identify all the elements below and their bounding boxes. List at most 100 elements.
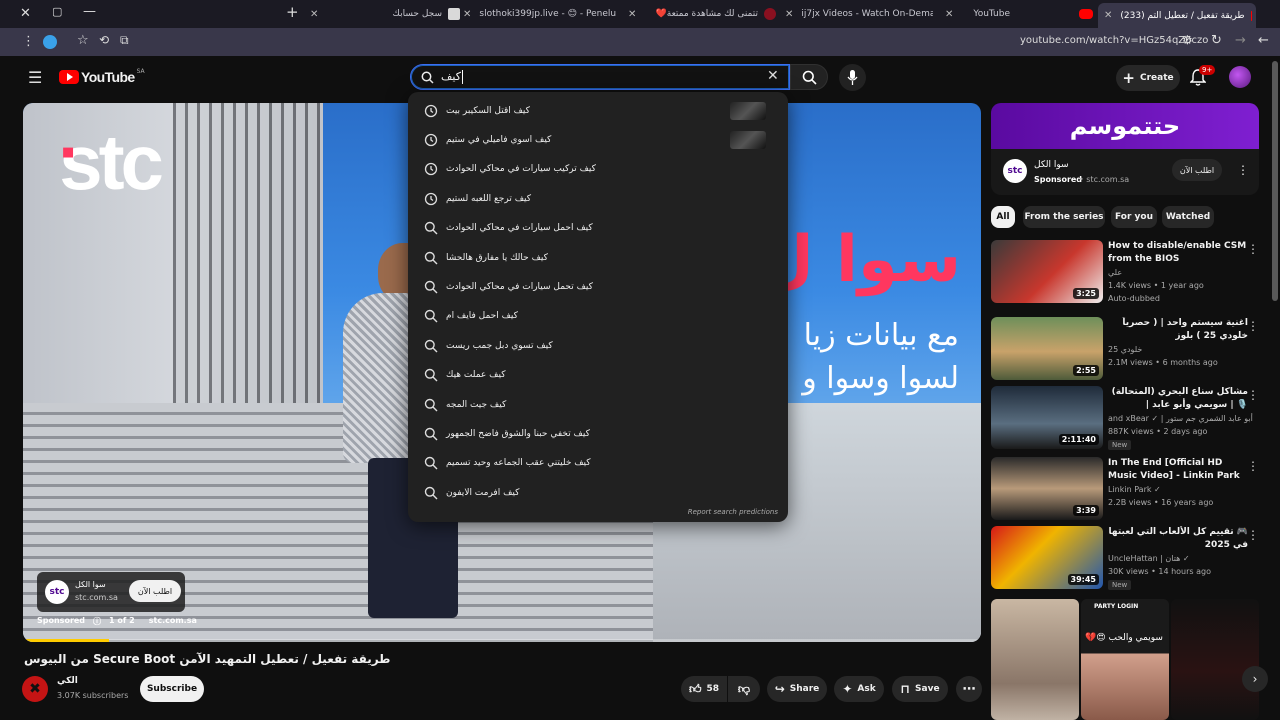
search-suggestion[interactable]: كيف افرمت الايفون <box>408 478 788 507</box>
sidebar-ad[interactable]: حتتموسم stc سوا الكل Sponsored • stc.com… <box>991 103 1259 195</box>
search-box[interactable]: كيف ✕ <box>410 64 790 90</box>
youtube-logo[interactable]: YouTube SA <box>59 68 145 85</box>
menu-dots-icon[interactable]: ⋮ <box>22 34 35 49</box>
video-thumbnail[interactable]: 39:45 <box>991 526 1103 589</box>
recommended-channel[interactable]: and xBear ✓ | أبو عابد الشمري جم ستور <box>1108 414 1253 423</box>
channel-name[interactable]: الكي <box>57 676 78 686</box>
kebab-menu-icon[interactable]: ⋮ <box>1247 528 1259 542</box>
subscribe-button[interactable]: Subscribe <box>140 676 204 702</box>
browser-tab[interactable]: ✕ سجل حسابك <box>310 4 460 24</box>
window-close-icon[interactable]: ✕ <box>20 6 31 21</box>
video-thumbnail[interactable]: 3:39 <box>991 457 1103 520</box>
search-input[interactable]: كيف <box>441 70 461 83</box>
translate-icon[interactable]: ⟲ <box>99 33 109 47</box>
window-minimize-icon[interactable]: — <box>83 4 96 19</box>
short-thumbnail[interactable] <box>1171 599 1259 720</box>
recommended-title[interactable]: مشاكل سناع البحري (المتحالة) 🎙️ | سويمي … <box>1108 386 1248 412</box>
notifications-button[interactable]: 9+ <box>1190 65 1216 89</box>
search-suggestion[interactable]: كيف اسوي فاميلي في ستيم <box>408 125 788 154</box>
browser-tab-active[interactable]: ✕ (233) طريقة تفعيل / تعطيل التم <box>1098 3 1256 28</box>
short-thumbnail[interactable]: PARTY LOGIN سويمي والحب 😍💔 <box>1081 599 1169 720</box>
voice-search-button[interactable] <box>839 64 866 91</box>
kebab-menu-icon[interactable]: ⋮ <box>1247 319 1259 333</box>
new-tab-button[interactable]: + <box>286 3 299 21</box>
search-suggestion[interactable]: كيف تحمل سيارات في محاكي الحوادث <box>408 272 788 301</box>
search-suggestion[interactable]: كيف اقتل السكيبر بيت <box>408 96 788 125</box>
short-thumbnail[interactable] <box>991 599 1079 720</box>
ad-cta-button[interactable]: اطلب الآن <box>129 580 181 602</box>
recommended-video[interactable]: 3:39 In The End [Official HD Music Video]… <box>991 457 1261 525</box>
video-thumbnail[interactable]: 2:11:40 <box>991 386 1103 449</box>
sidebar-ad-cta-button[interactable]: اطلب الآن <box>1172 159 1222 181</box>
recommended-channel[interactable]: خلودي 25 <box>1108 345 1142 354</box>
search-button[interactable] <box>790 64 828 90</box>
save-button[interactable]: ⊓ Save <box>892 676 948 702</box>
forward-arrow-icon[interactable]: → <box>1235 33 1246 48</box>
hamburger-menu-icon[interactable]: ☰ <box>28 68 42 87</box>
url-text[interactable]: youtube.com/watch?v=HGz54qZ6czo <box>1020 35 1208 46</box>
ad-progress-track[interactable] <box>23 639 981 642</box>
search-suggestion[interactable]: كيف احمل سيارات في محاكي الحوادث <box>408 214 788 243</box>
dislike-button[interactable]: 👎︎ <box>728 676 760 702</box>
reload-icon[interactable]: ↻ <box>1211 33 1222 48</box>
browser-tab[interactable]: ✕ slothoki399jp.live - 😊 - Penelu <box>463 4 618 24</box>
ad-card[interactable]: stc سوا الكل stc.com.sa اطلب الآن <box>37 572 185 612</box>
ask-button[interactable]: ✦ Ask <box>834 676 884 702</box>
search-suggestion[interactable]: كيف خليتني عقب الجماعه وحيد تسميم <box>408 449 788 478</box>
kebab-menu-icon[interactable]: ⋮ <box>1247 459 1259 473</box>
tab-close-icon[interactable]: ✕ <box>628 9 636 20</box>
recommended-video[interactable]: 2:55 اغنية سيستم واحد | ( حصرياً خلودي 25… <box>991 317 1261 385</box>
more-actions-button[interactable]: ⋯ <box>956 676 982 702</box>
window-maximize-icon[interactable]: ▢ <box>52 5 62 18</box>
kebab-menu-icon[interactable]: ⋮ <box>1247 388 1259 402</box>
recommended-title[interactable]: In The End [Official HD Music Video] - L… <box>1108 457 1248 483</box>
chip-from-the-series[interactable]: From the series <box>1023 206 1105 228</box>
chip-all[interactable]: All <box>991 206 1015 228</box>
share-button[interactable]: ↪ Share <box>767 676 827 702</box>
search-suggestion[interactable]: كيف تسوي دبل جمب ريست <box>408 331 788 360</box>
browser-tab[interactable]: ✕ ij7jx Videos - Watch On-Deman <box>785 4 933 24</box>
like-button[interactable]: 👍︎ 58 <box>681 676 727 702</box>
back-arrow-icon[interactable]: ← <box>1258 33 1269 48</box>
screenshot-icon[interactable]: ⧉ <box>120 33 129 48</box>
info-icon[interactable]: ⓘ <box>93 616 101 627</box>
chip-watched[interactable]: Watched <box>1162 206 1214 228</box>
search-suggestion[interactable]: كيف عملت هيك <box>408 361 788 390</box>
tab-close-icon[interactable]: ✕ <box>310 9 318 20</box>
chip-for-you[interactable]: For you <box>1111 206 1157 228</box>
tab-close-icon[interactable]: ✕ <box>945 9 953 20</box>
site-settings-icon[interactable]: ⚙ <box>1182 33 1193 47</box>
search-suggestion[interactable]: كيف ترجع اللعبه لستيم <box>408 184 788 213</box>
ad-domain-link[interactable]: stc.com.sa <box>149 616 197 627</box>
clear-search-icon[interactable]: ✕ <box>767 68 779 84</box>
recommended-title[interactable]: اغنية سيستم واحد | ( حصرياً خلودي 25 ) ب… <box>1108 317 1248 343</box>
chevron-right-icon[interactable]: › <box>1242 666 1268 692</box>
extension-icon[interactable] <box>43 35 57 49</box>
search-suggestion[interactable]: كيف جيت المجه <box>408 390 788 419</box>
kebab-menu-icon[interactable]: ⋮ <box>1247 242 1259 256</box>
search-suggestion[interactable]: كيف احمل فايف ام <box>408 302 788 331</box>
search-suggestion[interactable]: كيف تركيب سيارات في محاكي الحوادث <box>408 155 788 184</box>
scrollbar-thumb[interactable] <box>1272 61 1278 301</box>
avatar[interactable] <box>1229 66 1251 88</box>
recommended-video[interactable]: 2:11:40 مشاكل سناع البحري (المتحالة) 🎙️ |… <box>991 386 1261 454</box>
recommended-video[interactable]: 39:45 🎮 تقييم كل الألعاب التي لعبتها في 2… <box>991 526 1261 594</box>
channel-avatar[interactable]: ✖ <box>22 676 48 702</box>
recommended-channel[interactable]: علي <box>1108 268 1122 277</box>
tab-close-icon[interactable]: ✕ <box>785 9 793 20</box>
video-thumbnail[interactable]: 2:55 <box>991 317 1103 380</box>
create-button[interactable]: + Create <box>1116 65 1180 91</box>
search-suggestion[interactable]: كيف تخفي حبنا والشوق فاضح الجمهور <box>408 419 788 448</box>
video-thumbnail[interactable]: 3:25 <box>991 240 1103 303</box>
recommended-title[interactable]: 🎮 تقييم كل الألعاب التي لعبتها في 2025 <box>1108 526 1248 552</box>
tab-close-icon[interactable]: ✕ <box>1104 10 1112 21</box>
bookmark-star-icon[interactable]: ☆ <box>77 33 89 48</box>
kebab-menu-icon[interactable]: ⋮ <box>1237 163 1249 177</box>
recommended-video[interactable]: 3:25 How to disable/enable CSM from the B… <box>991 240 1261 308</box>
recommended-channel[interactable]: UncleHattan | هتان ✓ <box>1108 554 1190 563</box>
tab-close-icon[interactable]: ✕ <box>463 9 471 20</box>
browser-tab[interactable]: ✕ ❤️تتمنى لك مشاهدة ممتعة <box>628 4 776 24</box>
recommended-title[interactable]: How to disable/enable CSM from the BIOS <box>1108 240 1248 266</box>
browser-tab[interactable]: ✕ YouTube <box>945 4 1093 24</box>
recommended-channel[interactable]: Linkin Park ✓ <box>1108 485 1161 494</box>
